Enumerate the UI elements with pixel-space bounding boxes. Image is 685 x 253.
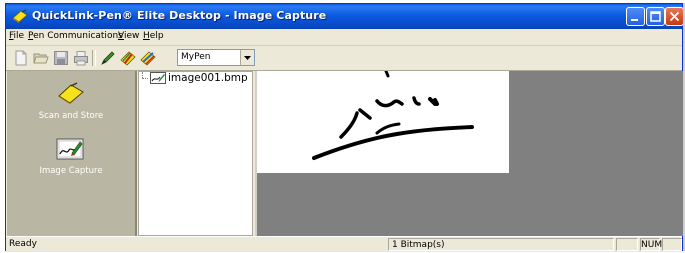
tree-item-label: image001.bmp	[168, 72, 248, 84]
close-button[interactable]	[665, 7, 684, 26]
signature-image	[312, 69, 474, 160]
minimize-button[interactable]	[626, 7, 645, 26]
status-caps-cell	[616, 238, 638, 251]
status-bitmap-count-cell: 1 Bitmap(s)	[388, 238, 614, 251]
pen-select[interactable]: MyPen	[177, 49, 255, 66]
menu-help[interactable]: Help	[143, 31, 164, 41]
pen-icon[interactable]	[100, 50, 116, 66]
menu-file[interactable]: File	[9, 31, 24, 41]
open-folder-icon[interactable]	[33, 50, 49, 66]
toolbar: MyPen	[6, 46, 682, 71]
maximize-icon	[650, 11, 661, 22]
status-bar: Ready 1 Bitmap(s) NUM	[6, 236, 682, 252]
minimize-icon	[631, 19, 638, 21]
bitmap-file-icon	[150, 72, 166, 84]
tree-connector	[142, 78, 148, 79]
pen-scan-icon[interactable]	[140, 50, 156, 66]
nav-item-label: Image Capture	[39, 166, 103, 176]
status-num-cell: NUM	[640, 238, 663, 251]
save-icon[interactable]	[53, 50, 69, 66]
quicklink-pen-icon	[12, 9, 28, 23]
left-panel: Scan and Store Image Capture	[7, 71, 137, 236]
app-window: QuickLink-Pen® Elite Desktop - Image Cap…	[5, 3, 685, 252]
title-bar[interactable]: QuickLink-Pen® Elite Desktop - Image Cap…	[6, 4, 684, 29]
pen-select-dropdown-button[interactable]	[240, 50, 254, 65]
image-capture-icon	[56, 138, 84, 160]
close-icon	[669, 11, 680, 22]
chevron-down-icon	[244, 56, 251, 60]
captured-image[interactable]	[257, 69, 509, 173]
maximize-button[interactable]	[646, 7, 665, 26]
scan-and-store-icon	[58, 82, 84, 104]
toolbar-separator	[92, 50, 96, 66]
nav-item-label: Scan and Store	[38, 111, 104, 121]
file-tree: image001.bmp	[138, 71, 253, 236]
menu-pen-communications[interactable]: Pen Communications	[28, 31, 123, 41]
menu-bar: File Pen Communications View Help	[6, 29, 682, 46]
pen-settings-icon[interactable]	[120, 50, 136, 66]
status-scroll-cell	[662, 238, 682, 251]
status-num-indicator: NUM	[641, 240, 663, 250]
print-icon[interactable]	[73, 50, 89, 66]
image-viewer	[255, 69, 685, 236]
new-document-icon[interactable]	[13, 50, 29, 66]
pen-select-value: MyPen	[181, 52, 211, 62]
menu-view[interactable]: View	[118, 31, 139, 41]
status-bitmap-count: 1 Bitmap(s)	[392, 240, 445, 250]
status-text: Ready	[9, 239, 37, 249]
window-title: QuickLink-Pen® Elite Desktop - Image Cap…	[32, 9, 327, 22]
